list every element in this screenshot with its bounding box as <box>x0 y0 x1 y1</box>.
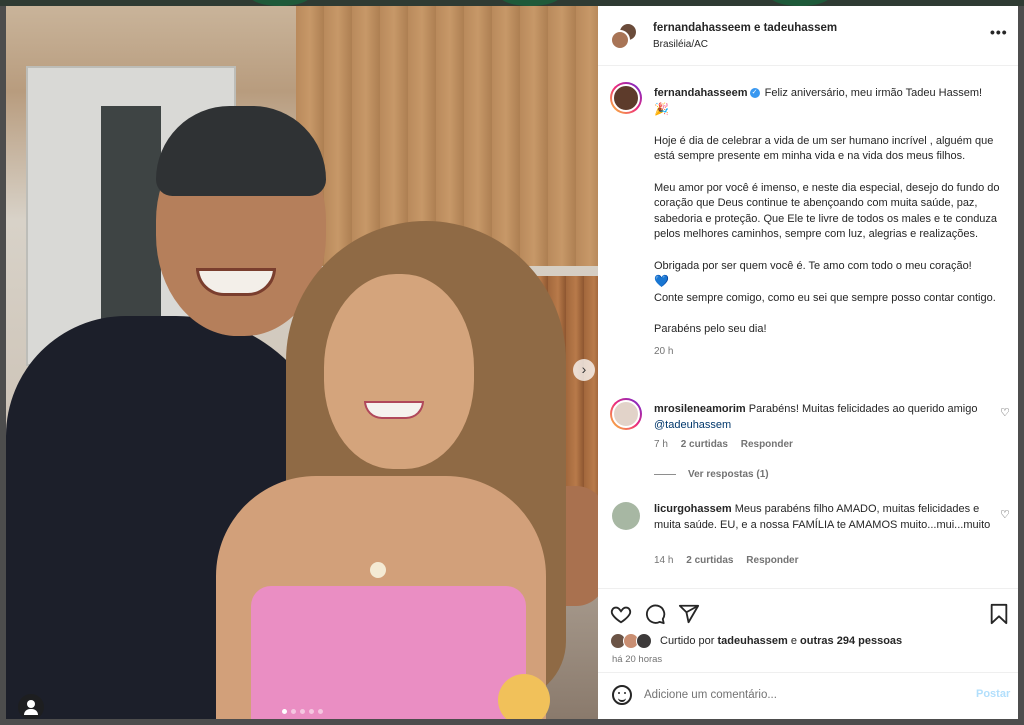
caption-line1: Feliz aniversário, meu irmão Tadeu Hasse… <box>764 87 983 99</box>
carousel-dot <box>300 709 305 714</box>
commenter-avatar[interactable] <box>610 398 642 430</box>
likes-user[interactable]: tadeuhassem <box>717 635 787 647</box>
caption-paragraph: Conte sempre comigo, como eu sei que sem… <box>654 291 996 304</box>
bookmark-icon[interactable] <box>988 603 1010 625</box>
comment-mention[interactable]: @tadeuhassem <box>654 419 731 431</box>
comment-time[interactable]: 7 h <box>654 439 668 450</box>
likes-summary[interactable]: Curtido por tadeuhassem e outras 294 pes… <box>610 633 902 649</box>
caption-time[interactable]: 20 h <box>654 344 1000 360</box>
add-comment-bar: Postar <box>598 672 1018 719</box>
comment-username[interactable]: mrosileneamorim <box>654 403 746 415</box>
likes-prefix: Curtido por <box>660 635 715 647</box>
more-options-icon[interactable]: ••• <box>990 24 1008 40</box>
photo-woman-face <box>324 274 474 469</box>
screen-frame: › fernandahasseem e tadeuhassem Brasiléi… <box>0 0 1024 725</box>
comment-like-icon[interactable]: ♡ <box>1000 508 1010 521</box>
photo-pendant <box>370 562 386 578</box>
comment-meta: 7 h 2 curtidas Responder <box>654 439 803 450</box>
view-replies-button[interactable]: Ver respostas (1) <box>654 469 769 480</box>
carousel-dots <box>282 709 323 714</box>
comment-input[interactable] <box>644 684 954 706</box>
share-icon[interactable] <box>678 603 700 625</box>
blue-heart-icon: 💙 <box>654 274 669 289</box>
post-location[interactable]: Brasiléia/AC <box>653 39 708 50</box>
chevron-right-icon: › <box>581 361 587 377</box>
tagged-users-button[interactable] <box>18 694 44 719</box>
verified-badge-icon: ✓ <box>749 88 760 99</box>
author-avatar[interactable] <box>610 82 642 114</box>
likes-conj: e <box>790 635 797 647</box>
comment-likes[interactable]: 2 curtidas <box>686 555 733 566</box>
caption-paragraph: Hoje é dia de celebrar a vida de um ser … <box>654 134 994 163</box>
comment-like-icon[interactable]: ♡ <box>1000 406 1010 419</box>
likes-others[interactable]: outras 294 pessoas <box>800 635 902 647</box>
reply-button[interactable]: Responder <box>741 439 793 450</box>
heart-icon[interactable] <box>610 603 632 625</box>
comment-meta: 14 h 2 curtidas Responder <box>654 555 809 566</box>
photo-woman-top <box>251 586 526 719</box>
post-timestamp[interactable]: há 20 horas <box>612 654 662 665</box>
comment-username[interactable]: licurgohassem <box>654 503 732 515</box>
likers-avatars <box>610 633 656 649</box>
commenter-avatar[interactable] <box>612 502 640 530</box>
comment-text: Parabéns! Muitas felicidades ao querido … <box>748 403 978 415</box>
comment-time[interactable]: 14 h <box>654 555 673 566</box>
replies-divider <box>654 474 676 475</box>
carousel-next-button[interactable]: › <box>573 359 595 381</box>
comment: mrosileneamorim Parabéns! Muitas felicid… <box>654 402 994 433</box>
post-side-panel: fernandahasseem e tadeuhassem Brasiléia/… <box>598 6 1018 719</box>
photo-balloon <box>498 674 550 719</box>
reply-button[interactable]: Responder <box>746 555 798 566</box>
comment: licurgohassem Meus parabéns filho AMADO,… <box>654 502 994 533</box>
post-caption: fernandahasseem ✓ Feliz aniversário, meu … <box>654 86 1000 359</box>
carousel-dot <box>309 709 314 714</box>
caption-paragraph: Meu amor por você é imenso, e neste dia … <box>654 181 1000 241</box>
view-replies-label: Ver respostas (1) <box>688 469 769 480</box>
comment-icon[interactable] <box>644 603 666 625</box>
post-comment-button[interactable]: Postar <box>976 688 1010 700</box>
photo-fridge <box>101 106 161 326</box>
post-header: fernandahasseem e tadeuhassem Brasiléia/… <box>598 6 1018 66</box>
carousel-dot <box>318 709 323 714</box>
carousel-dot <box>291 709 296 714</box>
emoji-icon[interactable] <box>612 685 632 705</box>
liker-avatar <box>636 633 652 649</box>
party-popper-icon: 🎉 <box>654 101 669 116</box>
post-actions <box>598 588 1018 636</box>
caption-paragraph: Parabéns pelo seu dia! <box>654 322 767 335</box>
caption-username[interactable]: fernandahasseem <box>654 87 748 99</box>
photo-woman-smile <box>364 401 424 419</box>
comment-likes[interactable]: 2 curtidas <box>681 439 728 450</box>
collab-avatar[interactable] <box>610 30 630 50</box>
caption-paragraph: Obrigada por ser quem você é. Te amo com… <box>654 259 972 272</box>
carousel-dot <box>282 709 287 714</box>
post-author-names[interactable]: fernandahasseem e tadeuhassem <box>653 22 837 34</box>
post-photo[interactable]: › <box>6 6 598 719</box>
